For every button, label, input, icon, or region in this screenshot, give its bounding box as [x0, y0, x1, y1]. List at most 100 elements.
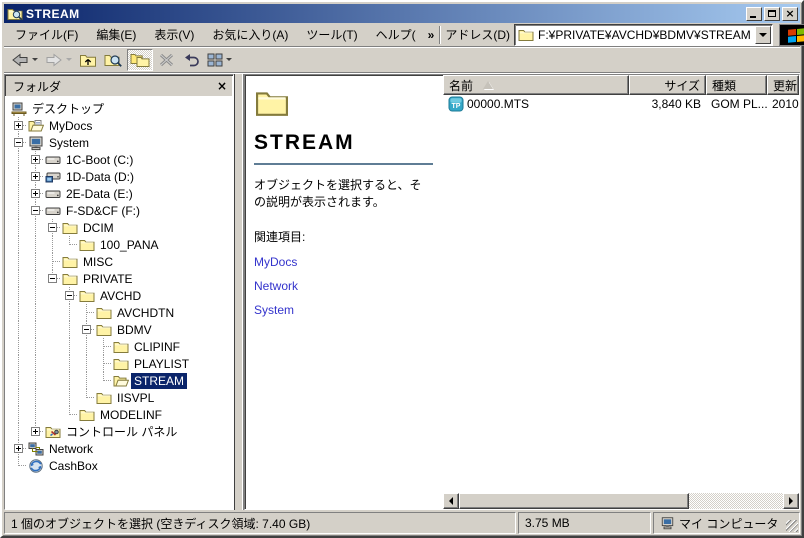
toolbar-delete-button[interactable]: [154, 49, 178, 71]
file-cell-text: 3,840 KB: [651, 96, 701, 111]
toolbar-search-button[interactable]: [101, 49, 126, 71]
collapse-icon[interactable]: [48, 223, 57, 232]
tree-item-label[interactable]: STREAM: [131, 372, 188, 389]
address-dropdown-button[interactable]: [754, 25, 771, 44]
scrollbar-thumb[interactable]: [459, 493, 690, 509]
tree-item-label[interactable]: デスクトップ: [29, 99, 107, 118]
tree-item-デスクトップ[interactable]: デスクトップ: [10, 100, 233, 117]
tree-item-IISVPL[interactable]: IISVPL: [10, 389, 233, 406]
tree-item-label[interactable]: AVCHDTN: [114, 305, 177, 321]
collapse-icon[interactable]: [14, 138, 23, 147]
address-value[interactable]: F:¥PRIVATE¥AVCHD¥BDMV¥STREAM: [538, 28, 751, 42]
menu-overflow-chevron[interactable]: »: [425, 28, 438, 42]
tree-item-MODELINF[interactable]: MODELINF: [10, 406, 233, 423]
tree-item-Network[interactable]: Network: [10, 440, 233, 457]
tree-item-CashBox[interactable]: CashBox: [10, 457, 233, 474]
horizontal-scrollbar[interactable]: [443, 493, 799, 509]
tree-item-label[interactable]: MyDocs: [46, 118, 95, 134]
tree-item-STREAM[interactable]: STREAM: [10, 372, 233, 389]
toolbar-undo-button[interactable]: [179, 49, 203, 71]
expand-icon[interactable]: [31, 172, 40, 181]
menu-item-0[interactable]: ファイル(F): [6, 23, 87, 46]
collapse-icon[interactable]: [31, 206, 40, 215]
tree-item-label[interactable]: System: [46, 135, 92, 151]
menu-item-5[interactable]: ヘルプ(: [367, 23, 425, 46]
column-header-2[interactable]: 種類: [706, 75, 767, 95]
toolbar-back-button[interactable]: [8, 49, 41, 71]
tree-item-AVCHDTN[interactable]: AVCHDTN: [10, 304, 233, 321]
tree-item-label[interactable]: Network: [46, 441, 96, 457]
tree-item-label[interactable]: MODELINF: [97, 407, 165, 423]
tree-item-label[interactable]: CLIPINF: [131, 339, 183, 355]
expand-icon[interactable]: [14, 444, 23, 453]
tree-item-2E-Data (E:)[interactable]: 2E-Data (E:): [10, 185, 233, 202]
column-header-3[interactable]: 更新: [767, 75, 799, 95]
tree-item-CLIPINF[interactable]: CLIPINF: [10, 338, 233, 355]
expand-icon[interactable]: [31, 155, 40, 164]
tree-item-label[interactable]: DCIM: [80, 220, 117, 236]
menu-item-3[interactable]: お気に入り(A): [203, 23, 297, 46]
tree-item-100_PANA[interactable]: 100_PANA: [10, 236, 233, 253]
chevron-down-icon[interactable]: [66, 58, 72, 61]
expand-icon[interactable]: [31, 427, 40, 436]
tree-item-コントロール パネル[interactable]: コントロール パネル: [10, 423, 233, 440]
tree-item-label[interactable]: PLAYLIST: [131, 356, 192, 372]
tree-item-label[interactable]: 1D-Data (D:): [63, 169, 137, 185]
tree-item-System[interactable]: System: [10, 134, 233, 151]
tree-item-1D-Data (D:)[interactable]: 1D-Data (D:): [10, 168, 233, 185]
tree-item-MISC[interactable]: MISC: [10, 253, 233, 270]
scrollbar-track[interactable]: [459, 493, 783, 509]
tree-item-PRIVATE[interactable]: PRIVATE: [10, 270, 233, 287]
column-header-1[interactable]: サイズ: [629, 75, 706, 95]
related-link-MyDocs[interactable]: MyDocs: [254, 255, 433, 269]
address-input[interactable]: F:¥PRIVATE¥AVCHD¥BDMV¥STREAM: [514, 23, 773, 46]
tree-item-label[interactable]: BDMV: [114, 322, 155, 338]
tree-item-label[interactable]: コントロール パネル: [63, 422, 180, 441]
scroll-left-button[interactable]: [443, 493, 459, 509]
expand-icon[interactable]: [14, 121, 23, 130]
menu-bar: ファイル(F) 編集(E) 表示(V) お気に入り(A) ツール(T) ヘルプ(: [6, 23, 425, 46]
tree-item-label[interactable]: CashBox: [46, 458, 101, 474]
collapse-icon[interactable]: [65, 291, 74, 300]
menu-item-4[interactable]: ツール(T): [297, 23, 366, 46]
tree-item-BDMV[interactable]: BDMV: [10, 321, 233, 338]
tree-item-PLAYLIST[interactable]: PLAYLIST: [10, 355, 233, 372]
tree-item-label[interactable]: PRIVATE: [80, 271, 136, 287]
maximize-button[interactable]: [764, 6, 780, 21]
chevron-down-icon[interactable]: [32, 58, 38, 61]
title-bar[interactable]: STREAM ×: [4, 4, 800, 23]
menu-item-1[interactable]: 編集(E): [87, 23, 145, 46]
collapse-icon[interactable]: [48, 274, 57, 283]
chevron-down-icon[interactable]: [226, 58, 232, 61]
toolbar-folders-button[interactable]: [127, 48, 153, 71]
tree-item-label[interactable]: 100_PANA: [97, 237, 161, 253]
collapse-icon[interactable]: [82, 325, 91, 334]
tree-item-1C-Boot (C:)[interactable]: 1C-Boot (C:): [10, 151, 233, 168]
tree-item-MyDocs[interactable]: MyDocs: [10, 117, 233, 134]
column-header-0[interactable]: 名前: [443, 75, 629, 95]
tree-item-label[interactable]: 2E-Data (E:): [63, 186, 136, 202]
close-folders-button[interactable]: ×: [214, 79, 230, 94]
tree-item-label[interactable]: AVCHD: [97, 288, 144, 304]
tree-item-label[interactable]: F-SD&CF (F:): [63, 203, 143, 219]
toolbar-forward-button[interactable]: [42, 49, 75, 71]
related-link-Network[interactable]: Network: [254, 279, 433, 293]
pane-splitter[interactable]: [234, 74, 244, 510]
related-items-label: 関連項目:: [254, 229, 306, 244]
tree-item-label[interactable]: 1C-Boot (C:): [63, 152, 136, 168]
tree-item-AVCHD[interactable]: AVCHD: [10, 287, 233, 304]
toolbar-views-button[interactable]: [204, 49, 235, 71]
menu-item-2[interactable]: 表示(V): [145, 23, 203, 46]
toolbar-up-button[interactable]: [76, 49, 100, 71]
close-button[interactable]: ×: [782, 6, 798, 21]
resize-grip[interactable]: [786, 520, 798, 532]
file-row-00000.MTS[interactable]: TP 00000.MTS 3,840 KB GOM PL... 2010: [443, 95, 799, 112]
tree-item-label[interactable]: IISVPL: [114, 390, 157, 406]
tree-item-DCIM[interactable]: DCIM: [10, 219, 233, 236]
tree-item-F-SD&CF (F:)[interactable]: F-SD&CF (F:): [10, 202, 233, 219]
minimize-button[interactable]: [746, 6, 762, 21]
related-link-System[interactable]: System: [254, 303, 433, 317]
expand-icon[interactable]: [31, 189, 40, 198]
scroll-right-button[interactable]: [783, 493, 799, 509]
tree-item-label[interactable]: MISC: [80, 254, 116, 270]
